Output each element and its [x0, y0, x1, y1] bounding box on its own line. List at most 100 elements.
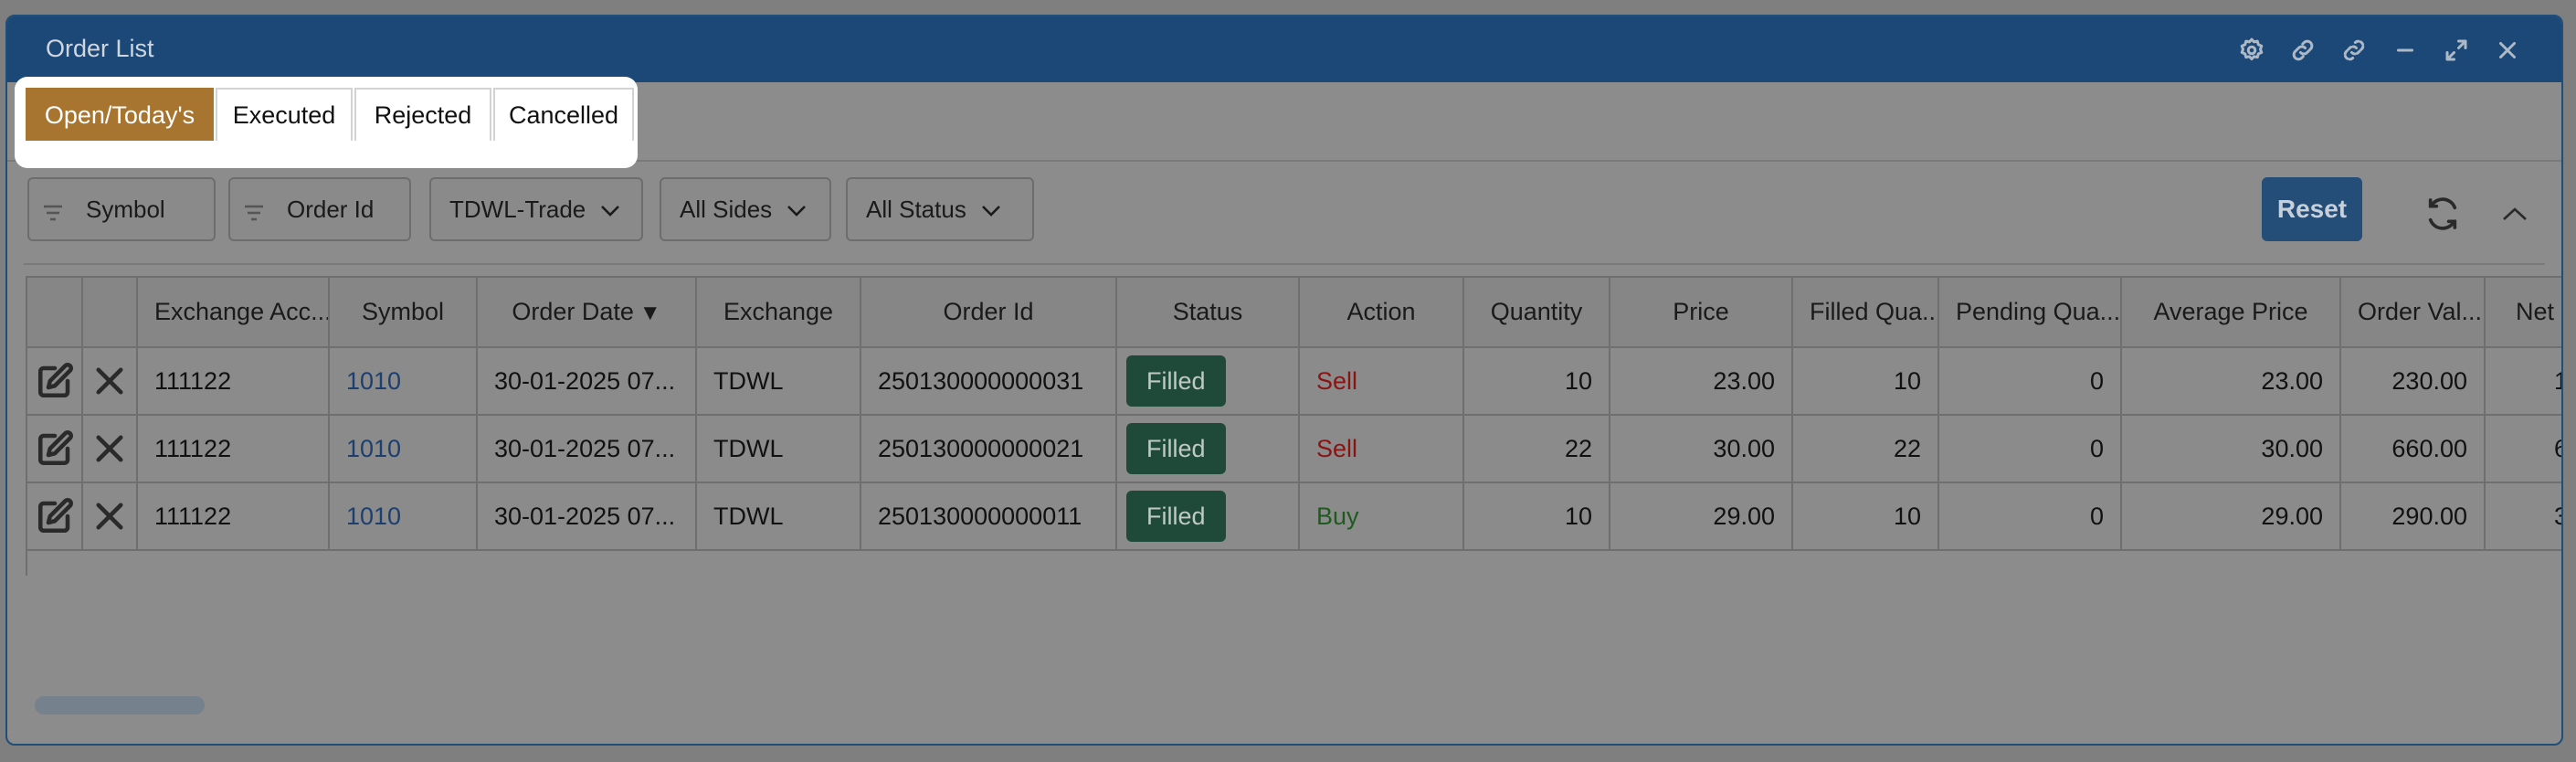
col-quantity[interactable]: Quantity [1463, 278, 1610, 348]
order-id-filter-input[interactable]: Order Id [228, 177, 411, 241]
cell-status: Filled [1116, 347, 1300, 416]
col-average-price[interactable]: Average Price [2121, 278, 2341, 348]
cell-pending-quantity: 0 [1938, 347, 2122, 416]
cell-action: Sell [1299, 415, 1464, 483]
cell-action: Buy [1299, 482, 1464, 551]
col-status[interactable]: Status [1116, 278, 1300, 348]
edit-icon[interactable] [36, 363, 74, 398]
cell-account: 111122 [137, 482, 330, 551]
edit-order-cell[interactable] [27, 415, 83, 483]
cell-account: 111122 [137, 415, 330, 483]
cell-symbol-link[interactable]: 1010 [329, 347, 478, 416]
tabs-bar: Open/Today's Executed Rejected Cancelled [15, 77, 638, 168]
edit-icon[interactable] [36, 430, 74, 466]
link-icon[interactable] [2286, 33, 2320, 68]
settings-icon[interactable] [2234, 33, 2269, 68]
table-header-row: Exchange Acc... Symbol Order Date ▼ Excha… [27, 278, 2561, 348]
cell-order-id: 250130000000011 [860, 482, 1117, 551]
cell-pending-quantity: 0 [1938, 482, 2122, 551]
cell-net: 3 [2485, 482, 2561, 551]
cancel-order-icon[interactable] [90, 365, 129, 395]
cell-order-value: 660.00 [2340, 415, 2486, 483]
cell-action: Sell [1299, 347, 1464, 416]
cell-quantity: 10 [1463, 347, 1610, 416]
cell-exchange: TDWL [696, 415, 861, 483]
filter-icon [243, 200, 267, 221]
col-cancel-header [82, 278, 138, 348]
symbol-filter-input[interactable]: Symbol [27, 177, 216, 241]
sort-desc-icon[interactable]: ▼ [639, 301, 661, 325]
title-bar: Order List [7, 16, 2561, 82]
col-action[interactable]: Action [1299, 278, 1464, 348]
cancel-order-icon[interactable] [90, 501, 129, 530]
col-order-id[interactable]: Order Id [860, 278, 1117, 348]
window-controls [2234, 33, 2525, 68]
cell-filled-quantity: 10 [1792, 347, 1939, 416]
cell-status: Filled [1116, 482, 1300, 551]
cell-order-value: 230.00 [2340, 347, 2486, 416]
status-badge: Filled [1126, 491, 1226, 542]
col-filled-quantity[interactable]: Filled Qua... [1792, 278, 1939, 348]
col-exchange-account[interactable]: Exchange Acc... [137, 278, 330, 348]
cell-pending-quantity: 0 [1938, 415, 2122, 483]
cell-price: 23.00 [1610, 347, 1793, 416]
filter-icon [42, 200, 66, 221]
cell-exchange: TDWL [696, 347, 861, 416]
chevron-up-icon[interactable] [2501, 203, 2528, 225]
cancel-order-cell[interactable] [82, 347, 138, 416]
chevron-down-icon [600, 196, 620, 224]
close-icon[interactable] [2490, 33, 2525, 68]
cancel-order-icon[interactable] [90, 433, 129, 462]
col-order-value[interactable]: Order Val... [2340, 278, 2486, 348]
chevron-down-icon [787, 196, 807, 224]
cell-average-price: 29.00 [2121, 482, 2341, 551]
maximize-icon[interactable] [2439, 33, 2474, 68]
cell-order-value: 290.00 [2340, 482, 2486, 551]
col-exchange[interactable]: Exchange [696, 278, 861, 348]
cell-exchange: TDWL [696, 482, 861, 551]
cell-status: Filled [1116, 415, 1300, 483]
trade-select-value: TDWL-Trade [449, 195, 586, 223]
col-order-date[interactable]: Order Date ▼ [477, 278, 697, 348]
cell-symbol-link[interactable]: 1010 [329, 415, 478, 483]
tab-cancelled[interactable]: Cancelled [493, 88, 634, 141]
col-symbol[interactable]: Symbol [329, 278, 478, 348]
sides-select-value: All Sides [680, 195, 773, 223]
status-badge: Filled [1126, 355, 1226, 407]
window-title: Order List [46, 35, 154, 62]
cell-average-price: 23.00 [2121, 347, 2341, 416]
edit-order-cell[interactable] [27, 482, 83, 551]
col-price[interactable]: Price [1610, 278, 1793, 348]
tab-executed[interactable]: Executed [216, 88, 353, 141]
trade-select[interactable]: TDWL-Trade [429, 177, 643, 241]
sides-select[interactable]: All Sides [660, 177, 831, 241]
symbol-filter-placeholder: Symbol [86, 195, 165, 223]
tab-open-todays[interactable]: Open/Today's [26, 88, 214, 141]
col-pending-quantity[interactable]: Pending Qua... [1938, 278, 2122, 348]
cancel-order-cell[interactable] [82, 415, 138, 483]
status-select[interactable]: All Status [846, 177, 1034, 241]
filters-divider [24, 263, 2545, 265]
col-edit-header [27, 278, 83, 348]
edit-order-cell[interactable] [27, 347, 83, 416]
minimize-icon[interactable] [2388, 33, 2423, 68]
refresh-icon[interactable] [2424, 196, 2461, 232]
horizontal-scrollbar[interactable] [35, 696, 205, 714]
cell-symbol-link[interactable]: 1010 [329, 482, 478, 551]
table-row[interactable]: 111122 1010 30-01-2025 07... TDWL 2501300000… [27, 482, 2561, 551]
edit-icon[interactable] [36, 498, 74, 534]
table-row[interactable]: 111122 1010 30-01-2025 07... TDWL 2501300000… [27, 415, 2561, 483]
col-net[interactable]: Net [2485, 278, 2561, 348]
cell-account: 111122 [137, 347, 330, 416]
unlink-icon[interactable] [2337, 33, 2371, 68]
orders-table: Exchange Acc... Symbol Order Date ▼ Excha… [27, 278, 2561, 551]
reset-button[interactable]: Reset [2262, 177, 2362, 241]
table-row[interactable]: 111122 1010 30-01-2025 07... TDWL 2501300000… [27, 347, 2561, 416]
cell-quantity: 10 [1463, 482, 1610, 551]
cell-net: 1 [2485, 347, 2561, 416]
cancel-order-cell[interactable] [82, 482, 138, 551]
chevron-down-icon [981, 196, 1001, 224]
cell-net: 6 [2485, 415, 2561, 483]
status-badge: Filled [1126, 423, 1226, 474]
tab-rejected[interactable]: Rejected [354, 88, 491, 141]
